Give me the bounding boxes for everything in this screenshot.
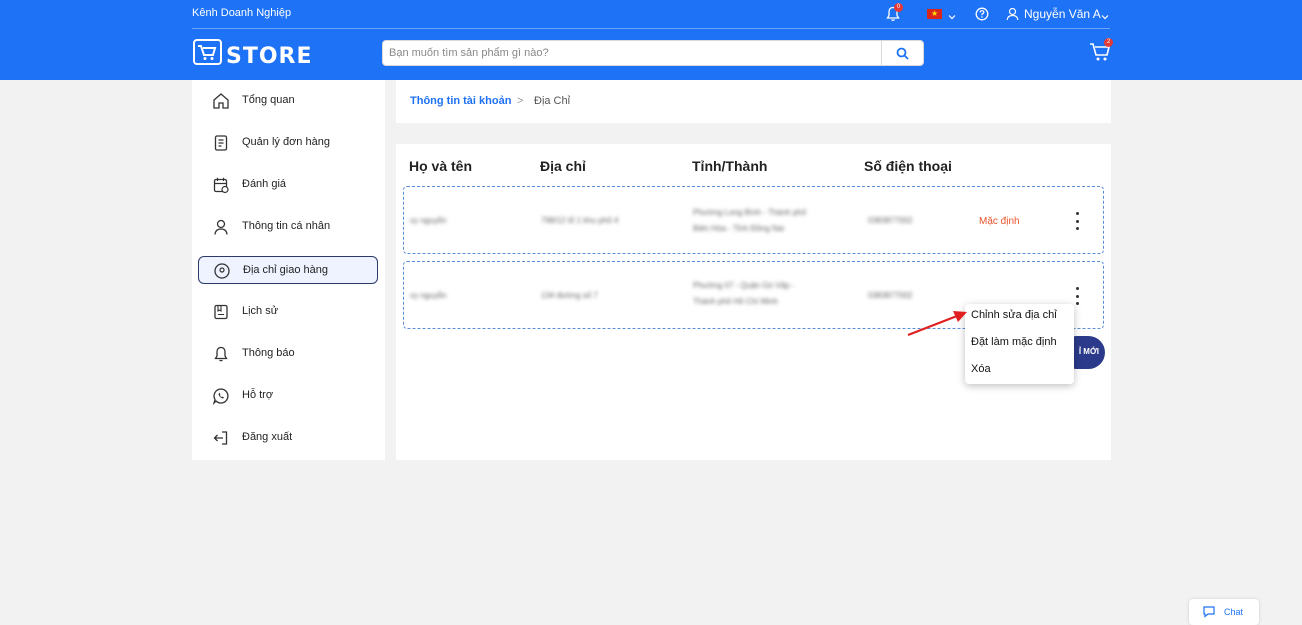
account-sidebar: Tổng quan Quản lý đơn hàng Đánh giá Thôn… bbox=[192, 80, 385, 460]
address-province: Phường Long Bình - Thành phố Biên Hòa - … bbox=[693, 205, 806, 237]
sidebar-item-label: Tổng quan bbox=[242, 94, 295, 106]
breadcrumb: Thông tin tài khoản > Địa Chỉ bbox=[396, 80, 1111, 123]
help-icon[interactable] bbox=[975, 7, 989, 26]
more-options-icon[interactable] bbox=[1071, 212, 1083, 230]
chat-label: Chat bbox=[1224, 607, 1244, 617]
user-icon bbox=[214, 219, 228, 235]
province-line: Phường 07 - Quận Gò Vấp - bbox=[693, 281, 795, 290]
vn-flag-icon[interactable]: ★ bbox=[927, 9, 942, 19]
province-line: Biên Hòa - Tỉnh Đồng Nai bbox=[693, 224, 785, 233]
annotation-arrow-icon bbox=[907, 311, 967, 337]
top-bar: Kênh Doanh Nghiệp 0 ★ Nguyễn Văn A bbox=[0, 0, 1302, 29]
add-new-address-label: Ỉ MỚI bbox=[1078, 347, 1099, 356]
whatsapp-icon bbox=[212, 388, 229, 405]
cart-button[interactable]: 2 bbox=[1089, 38, 1113, 67]
address-context-menu: Chỉnh sửa địa chỉ Đặt làm mặc định Xóa bbox=[965, 304, 1074, 384]
column-header-name: Họ và tên bbox=[409, 158, 473, 174]
calendar-review-icon bbox=[213, 177, 229, 194]
cart-badge: 2 bbox=[1104, 38, 1113, 47]
logout-icon bbox=[213, 431, 228, 445]
divider bbox=[192, 28, 1110, 29]
menu-item-edit-address[interactable]: Chỉnh sửa địa chỉ bbox=[971, 309, 1057, 321]
column-header-phone: Số điện thoại bbox=[864, 158, 952, 174]
address-name: vy nguyễn bbox=[410, 291, 447, 300]
sidebar-item-shipping-address[interactable]: Địa chỉ giao hàng bbox=[198, 256, 378, 284]
user-name[interactable]: Nguyễn Văn A bbox=[1024, 7, 1101, 21]
bell-icon bbox=[214, 346, 228, 362]
more-options-icon[interactable] bbox=[1071, 287, 1083, 305]
breadcrumb-current: Địa Chỉ bbox=[534, 95, 571, 107]
user-menu-chevron-icon[interactable] bbox=[1101, 8, 1109, 26]
province-line: Thành phố Hồ Chí Minh bbox=[693, 297, 778, 306]
address-name: vy nguyễn bbox=[410, 216, 447, 225]
breadcrumb-separator: > bbox=[517, 95, 524, 107]
sidebar-item-profile[interactable]: Thông tin cá nhân bbox=[198, 213, 378, 241]
sidebar-item-notifications[interactable]: Thông báo bbox=[198, 340, 378, 368]
sidebar-item-orders[interactable]: Quản lý đơn hàng bbox=[198, 129, 378, 157]
sidebar-item-logout[interactable]: Đăng xuất bbox=[198, 424, 378, 452]
sidebar-item-label: Lịch sử bbox=[242, 305, 279, 317]
sidebar-item-overview[interactable]: Tổng quan bbox=[198, 87, 378, 115]
sidebar-item-label: Hỗ trợ bbox=[242, 389, 274, 401]
column-header-address: Địa chỉ bbox=[540, 158, 586, 174]
sidebar-item-label: Địa chỉ giao hàng bbox=[243, 264, 329, 276]
sidebar-item-label: Thông tin cá nhân bbox=[242, 220, 331, 232]
search-button[interactable] bbox=[881, 41, 923, 65]
chevron-down-icon[interactable] bbox=[948, 8, 956, 26]
chat-icon bbox=[1203, 606, 1215, 618]
chat-button[interactable]: Chat bbox=[1189, 599, 1259, 625]
address-phone: 0383877002 bbox=[868, 216, 913, 225]
receipt-icon bbox=[214, 135, 228, 151]
province-line: Phường Long Bình - Thành phố bbox=[693, 208, 807, 217]
search-input[interactable] bbox=[389, 44, 879, 62]
default-badge: Mặc định bbox=[979, 216, 1020, 227]
address-row[interactable]: vy nguyễn 798/12 tổ 1 khu phố 4 Phường L… bbox=[403, 186, 1104, 254]
breadcrumb-parent-link[interactable]: Thông tin tài khoản bbox=[410, 95, 511, 107]
address-phone: 0383877002 bbox=[868, 291, 913, 300]
address-province: Phường 07 - Quận Gò Vấp - Thành phố Hồ C… bbox=[693, 278, 794, 310]
sidebar-item-history[interactable]: Lịch sử bbox=[198, 298, 378, 326]
sidebar-item-reviews[interactable]: Đánh giá bbox=[198, 171, 378, 199]
header: Kênh Doanh Nghiệp 0 ★ Nguyễn Văn A STORE bbox=[0, 0, 1302, 80]
notification-bell-icon[interactable]: 0 bbox=[886, 3, 903, 27]
location-pin-icon bbox=[214, 263, 230, 279]
column-header-province: Tỉnh/Thành bbox=[692, 158, 768, 174]
menu-item-set-default[interactable]: Đặt làm mặc định bbox=[971, 336, 1057, 348]
history-icon bbox=[214, 304, 228, 320]
sidebar-item-support[interactable]: Hỗ trợ bbox=[198, 382, 378, 410]
menu-item-delete[interactable]: Xóa bbox=[971, 363, 991, 375]
notification-badge: 0 bbox=[894, 3, 903, 12]
sidebar-item-label: Đánh giá bbox=[242, 178, 287, 190]
search-bar bbox=[382, 40, 924, 66]
search-icon bbox=[896, 47, 909, 60]
address-street: 798/12 tổ 1 khu phố 4 bbox=[541, 216, 619, 225]
user-icon[interactable] bbox=[1006, 7, 1019, 26]
address-street: 134 đường số 7 bbox=[541, 291, 598, 300]
sidebar-item-label: Đăng xuất bbox=[242, 431, 293, 443]
logo-text: STORE bbox=[226, 44, 313, 69]
sidebar-item-label: Thông báo bbox=[242, 347, 295, 359]
home-icon bbox=[213, 93, 229, 109]
address-list-card: Họ và tên Địa chỉ Tỉnh/Thành Số điện tho… bbox=[396, 144, 1111, 460]
business-channel-link[interactable]: Kênh Doanh Nghiệp bbox=[192, 7, 291, 19]
cart-logo-icon bbox=[193, 39, 222, 65]
sidebar-item-label: Quản lý đơn hàng bbox=[242, 136, 330, 148]
